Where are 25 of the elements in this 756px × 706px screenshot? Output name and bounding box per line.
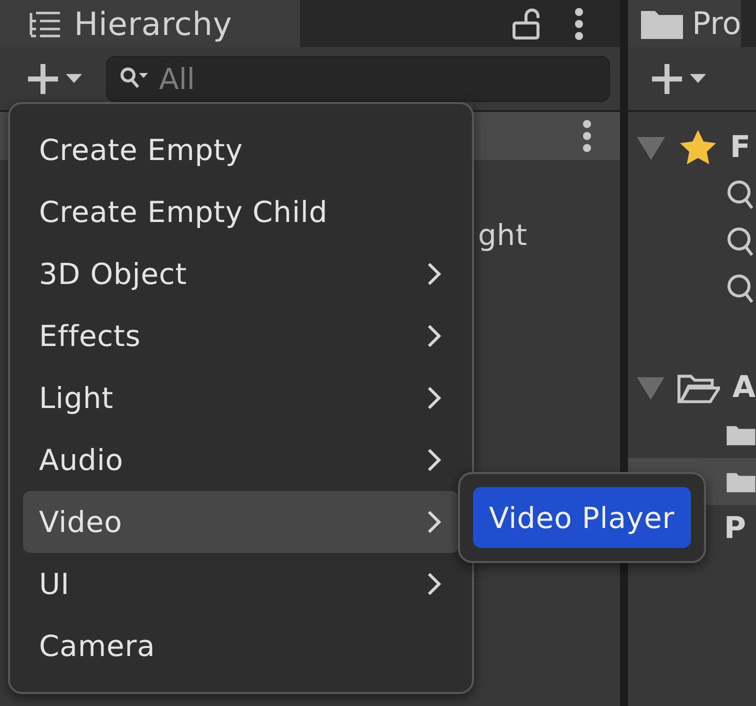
menu-item[interactable]: Create Empty xyxy=(23,119,459,181)
tree-label[interactable]: P xyxy=(724,511,746,546)
tree-label[interactable]: F xyxy=(730,130,751,165)
search-icon[interactable] xyxy=(726,226,756,258)
hierarchy-item[interactable]: ght xyxy=(478,218,528,252)
menu-item[interactable]: UI xyxy=(23,553,459,615)
menu-item[interactable]: Video Player xyxy=(473,487,691,548)
list-icon xyxy=(28,10,62,38)
tree-label[interactable]: A xyxy=(732,370,756,405)
menu-item[interactable]: Light xyxy=(23,367,459,429)
menu-item[interactable]: Camera xyxy=(23,615,459,677)
search-icon[interactable] xyxy=(726,272,756,304)
search-field[interactable]: All xyxy=(106,56,610,102)
menu-item[interactable]: Audio xyxy=(23,429,459,491)
hierarchy-tab[interactable]: Hierarchy xyxy=(0,0,300,47)
menu-item[interactable]: Video xyxy=(23,491,459,553)
menu-item[interactable]: Effects xyxy=(23,305,459,367)
search-icon[interactable] xyxy=(726,178,756,210)
search-input[interactable]: All xyxy=(159,62,359,96)
menu-item[interactable]: Create Empty Child xyxy=(23,181,459,243)
menu-item[interactable]: 3D Object xyxy=(23,243,459,305)
more-options-icon[interactable] xyxy=(582,119,592,153)
project-tab[interactable]: Pro xyxy=(628,0,742,47)
unlocked-padlock-icon[interactable] xyxy=(512,8,540,40)
more-options-icon[interactable] xyxy=(574,6,584,40)
